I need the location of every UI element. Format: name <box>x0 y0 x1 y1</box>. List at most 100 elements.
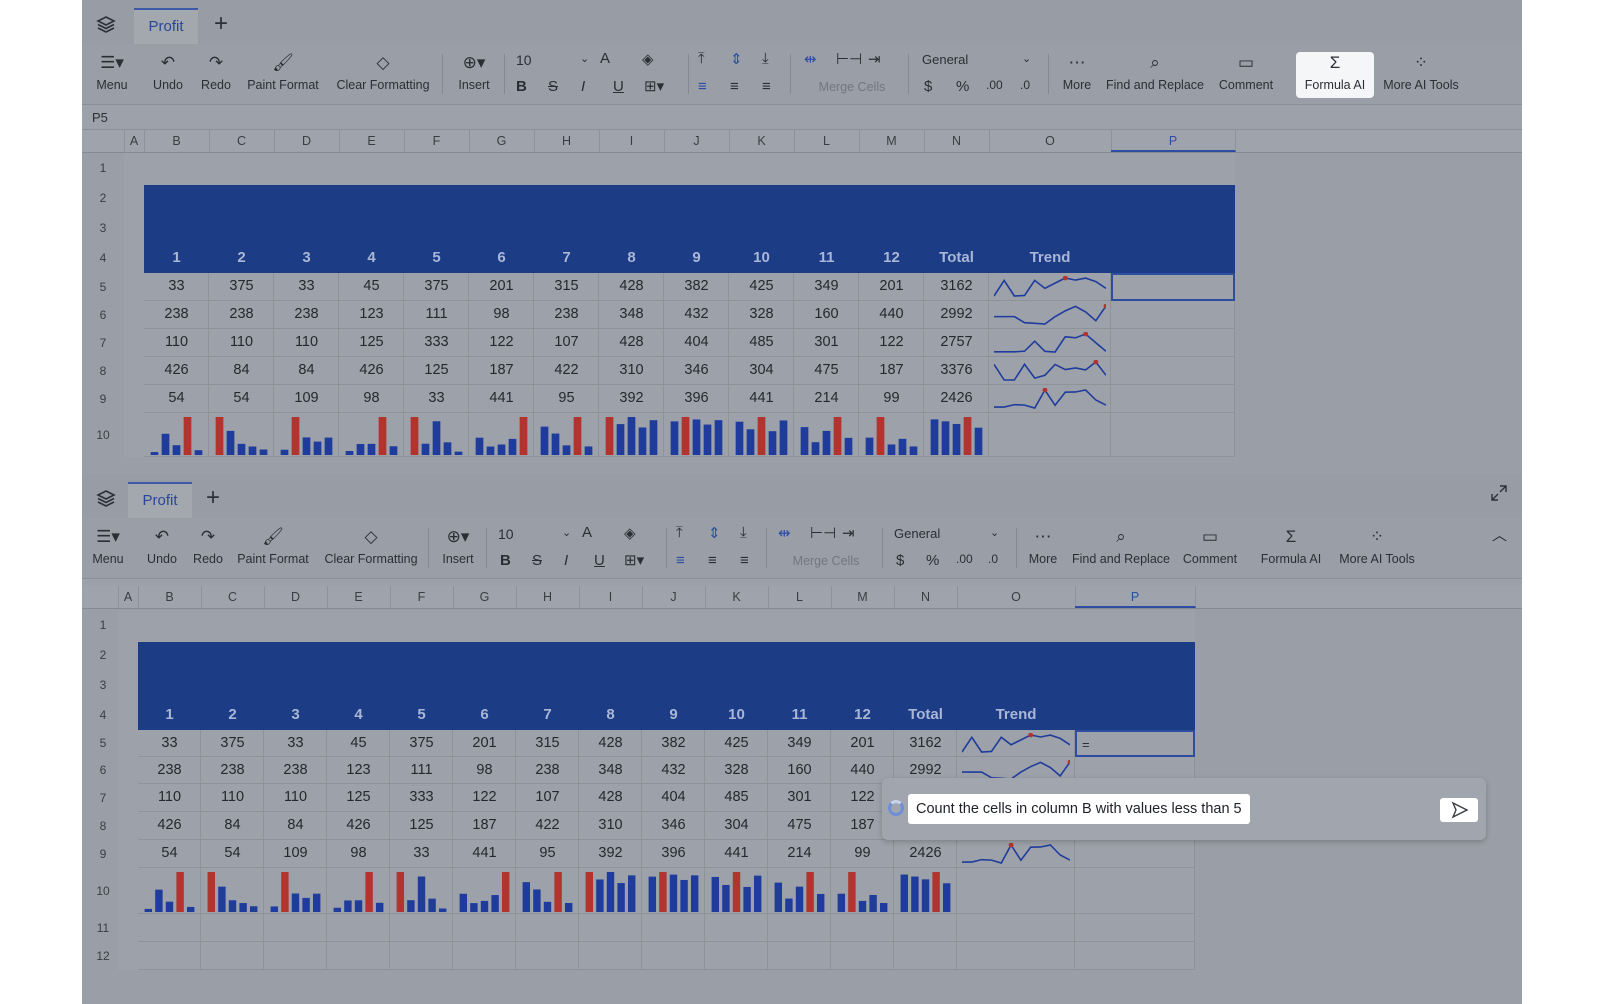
wrap-text-icon[interactable]: ⇥ <box>842 524 855 542</box>
align-middle-icon[interactable]: ⇕ <box>730 50 743 68</box>
percent-button[interactable]: % <box>926 552 939 569</box>
table-cell[interactable]: 111 <box>390 762 453 778</box>
merge-cells-button[interactable]: Merge Cells <box>776 554 876 568</box>
number-format-select[interactable]: General <box>894 526 940 541</box>
add-sheet-button[interactable]: + <box>214 10 228 38</box>
table-cell[interactable]: 99 <box>859 390 924 406</box>
more-ai-tools-button[interactable]: ⁘ More AI Tools <box>1336 526 1418 566</box>
table-cell[interactable]: 440 <box>859 306 924 322</box>
table-cell[interactable]: 98 <box>469 306 534 322</box>
table-cell[interactable]: 160 <box>768 762 831 778</box>
merge-cells-button[interactable]: Merge Cells <box>802 80 902 94</box>
column-header-a[interactable]: A <box>118 586 139 608</box>
column-header-i[interactable]: I <box>599 130 665 152</box>
clear-formatting-button[interactable]: ◇ Clear Formatting <box>334 52 432 92</box>
fill-color-icon[interactable]: ◈ <box>642 50 654 68</box>
formula-ai-button[interactable]: Σ Formula AI <box>1296 52 1374 98</box>
column-header-b[interactable]: B <box>138 586 202 608</box>
table-cell[interactable]: 422 <box>534 362 599 378</box>
column-header-k[interactable]: K <box>705 586 769 608</box>
font-size-select[interactable]: 10 <box>498 526 514 542</box>
align-center-icon[interactable]: ≡ <box>708 552 717 569</box>
row-header-6[interactable]: 6 <box>82 301 124 329</box>
column-width-icon[interactable]: ⇹ <box>804 50 817 68</box>
table-cell[interactable]: 238 <box>534 306 599 322</box>
cell-reference[interactable]: P5 <box>92 110 108 125</box>
table-cell[interactable]: 125 <box>390 817 453 833</box>
table-cell[interactable]: 187 <box>469 362 534 378</box>
active-cell-p5[interactable] <box>1111 273 1235 301</box>
align-left-icon[interactable]: ≡ <box>698 78 707 95</box>
table-cell[interactable]: 125 <box>339 334 404 350</box>
table-cell[interactable]: 432 <box>642 762 705 778</box>
clear-formatting-button[interactable]: ◇ Clear Formatting <box>322 526 420 566</box>
strikethrough-icon[interactable]: S <box>548 78 558 95</box>
column-header-e[interactable]: E <box>339 130 405 152</box>
select-all-corner[interactable] <box>82 130 125 152</box>
underline-icon[interactable]: U <box>613 78 624 95</box>
chevron-down-icon[interactable]: ⌄ <box>562 526 571 539</box>
table-cell[interactable]: 110 <box>274 334 339 350</box>
table-cell[interactable]: 33 <box>274 278 339 294</box>
table-cell[interactable]: 422 <box>516 817 579 833</box>
column-header-k[interactable]: K <box>729 130 795 152</box>
more-button[interactable]: ⋯ More <box>1022 526 1064 566</box>
increase-decimal-icon[interactable]: .0 <box>988 552 998 566</box>
font-size-select[interactable]: 10 <box>516 52 532 68</box>
table-cell[interactable]: 348 <box>599 306 664 322</box>
table-cell[interactable]: 3162 <box>924 278 989 294</box>
table-cell[interactable]: 54 <box>144 390 209 406</box>
paint-format-button[interactable]: 🖌 Paint Format <box>234 526 312 566</box>
wrap-text-icon[interactable]: ⇥ <box>868 50 881 68</box>
comment-button[interactable]: ▭ Comment <box>1180 526 1240 566</box>
column-header-l[interactable]: L <box>794 130 860 152</box>
table-cell[interactable]: 111 <box>404 306 469 322</box>
table-cell[interactable]: 349 <box>794 278 859 294</box>
row-header-1[interactable]: 1 <box>82 153 124 183</box>
table-cell[interactable]: 3162 <box>894 735 957 751</box>
menu-button[interactable]: ☰▾ Menu <box>86 526 130 566</box>
align-left-icon[interactable]: ≡ <box>676 552 685 569</box>
table-cell[interactable]: 2426 <box>894 845 957 861</box>
table-cell[interactable]: 301 <box>794 334 859 350</box>
table-cell[interactable]: 84 <box>209 362 274 378</box>
underline-icon[interactable]: U <box>594 552 605 569</box>
table-cell[interactable]: 304 <box>705 817 768 833</box>
table-cell[interactable]: 99 <box>831 845 894 861</box>
align-middle-icon[interactable]: ⇕ <box>708 524 721 542</box>
increase-decimal-icon[interactable]: .0 <box>1020 78 1030 92</box>
table-cell[interactable]: 238 <box>516 762 579 778</box>
fit-width-icon[interactable]: ⊢⊣ <box>836 50 862 68</box>
table-cell[interactable]: 441 <box>453 845 516 861</box>
table-cell[interactable]: 54 <box>138 845 201 861</box>
table-cell[interactable]: 123 <box>339 306 404 322</box>
table-cell[interactable]: 98 <box>453 762 516 778</box>
more-button[interactable]: ⋯ More <box>1056 52 1098 92</box>
column-header-h[interactable]: H <box>534 130 600 152</box>
table-cell[interactable]: 315 <box>534 278 599 294</box>
table-cell[interactable]: 346 <box>642 817 705 833</box>
table-cell[interactable]: 310 <box>599 362 664 378</box>
table-cell[interactable]: 382 <box>642 735 705 751</box>
row-header-2[interactable]: 2 <box>82 183 124 213</box>
redo-button[interactable]: ↷ Redo <box>188 526 228 566</box>
table-cell[interactable]: 238 <box>274 306 339 322</box>
table-cell[interactable]: 425 <box>705 735 768 751</box>
decrease-decimal-icon[interactable]: .00 <box>986 78 1003 92</box>
font-color-icon[interactable]: A <box>582 524 592 541</box>
table-cell[interactable]: 375 <box>390 735 453 751</box>
find-replace-button[interactable]: ⌕ Find and Replace <box>1070 526 1172 566</box>
align-right-icon[interactable]: ≡ <box>740 552 749 569</box>
layers-icon[interactable] <box>96 488 116 508</box>
table-cell[interactable]: 2757 <box>924 334 989 350</box>
chevron-down-icon[interactable]: ⌄ <box>990 526 999 539</box>
fill-color-icon[interactable]: ◈ <box>624 524 636 542</box>
bold-icon[interactable]: B <box>516 78 527 95</box>
table-cell[interactable]: 382 <box>664 278 729 294</box>
table-cell[interactable]: 54 <box>201 845 264 861</box>
column-width-icon[interactable]: ⇹ <box>778 524 791 542</box>
menu-button[interactable]: ☰▾ Menu <box>90 52 134 92</box>
table-cell[interactable]: 428 <box>599 278 664 294</box>
table-cell[interactable]: 107 <box>534 334 599 350</box>
table-cell[interactable]: 441 <box>705 845 768 861</box>
